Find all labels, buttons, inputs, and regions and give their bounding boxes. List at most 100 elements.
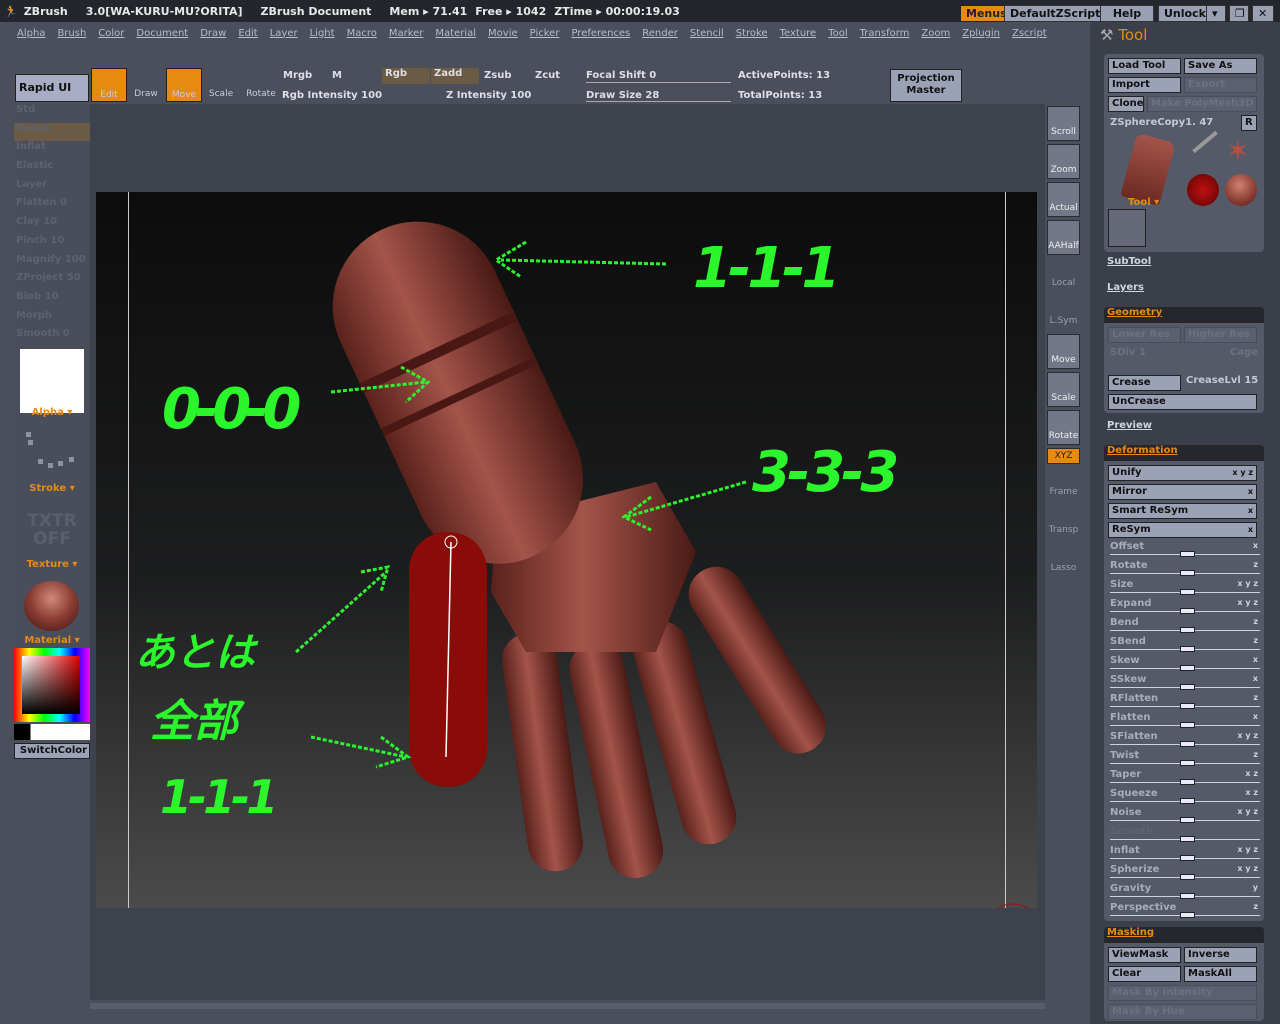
edit-button[interactable]: Edit	[91, 68, 127, 102]
unlock-button[interactable]: Unlock	[1158, 5, 1212, 22]
axis-toggles[interactable]: x y z	[1237, 807, 1258, 816]
rotate-button[interactable]: Rotate	[243, 68, 279, 102]
subtool-section[interactable]: SubTool	[1107, 256, 1151, 267]
rotate-slider[interactable]: Rotate z	[1110, 560, 1260, 579]
resym-button[interactable]: ReSym x	[1108, 522, 1257, 538]
zsub-button[interactable]: Zsub	[484, 70, 511, 81]
scale-button[interactable]: Scale	[1047, 372, 1080, 407]
material-menu[interactable]: Material ▾	[14, 635, 90, 646]
axis-toggles[interactable]: x y z	[1237, 845, 1258, 854]
menu-movie[interactable]: Movie	[488, 28, 518, 39]
save-as-button[interactable]: Save As	[1184, 58, 1257, 74]
slider-knob[interactable]	[1180, 570, 1195, 576]
star-tool-thumbnail[interactable]: ✶	[1226, 134, 1249, 167]
axis-toggles[interactable]: x	[1253, 541, 1258, 550]
noise-slider[interactable]: Noise x y z	[1110, 807, 1260, 826]
texture-menu[interactable]: Texture ▾	[14, 559, 90, 570]
menu-macro[interactable]: Macro	[347, 28, 377, 39]
stroke-dots-icon[interactable]	[24, 429, 79, 469]
texture-off-thumbnail[interactable]: TXTR OFF	[22, 512, 82, 548]
slider-knob[interactable]	[1180, 741, 1195, 747]
menu-marker[interactable]: Marker	[389, 28, 424, 39]
brush-item[interactable]: Pinch 10	[14, 235, 90, 254]
menu-transform[interactable]: Transform	[860, 28, 910, 39]
slider-knob[interactable]	[1180, 665, 1195, 671]
clear-mask-button[interactable]: Clear	[1108, 966, 1181, 982]
export-button[interactable]: Export	[1184, 77, 1257, 93]
slider-knob[interactable]	[1180, 760, 1195, 766]
menu-material[interactable]: Material	[435, 28, 476, 39]
slider-knob[interactable]	[1180, 855, 1195, 861]
perspective-slider[interactable]: Perspective z	[1110, 902, 1260, 921]
focal-shift-slider[interactable]: Focal Shift 0	[586, 70, 656, 81]
inflat-slider[interactable]: Inflat x y z	[1110, 845, 1260, 864]
axis-toggles[interactable]: x y z	[1232, 466, 1253, 480]
brush-item[interactable]: Std	[14, 104, 90, 123]
slider-knob[interactable]	[1180, 608, 1195, 614]
menu-edit[interactable]: Edit	[238, 28, 257, 39]
draw-button[interactable]: Draw	[128, 68, 164, 102]
brush-item[interactable]: Tweak	[14, 122, 90, 142]
sskew-slider[interactable]: SSkew x	[1110, 674, 1260, 693]
expand-slider[interactable]: Expand x y z	[1110, 598, 1260, 617]
preview-section[interactable]: Preview	[1107, 420, 1152, 431]
brush-item[interactable]: Clay 10	[14, 216, 90, 235]
scroll-button[interactable]: Scroll	[1047, 106, 1080, 141]
draw-size-slider[interactable]: Draw Size 28	[586, 90, 659, 101]
brush-item[interactable]: Elastic	[14, 160, 90, 179]
local-button[interactable]: Local	[1047, 258, 1080, 293]
axis-toggles[interactable]: y	[1253, 883, 1258, 892]
higher-res-button[interactable]: Higher Res	[1184, 327, 1257, 343]
tool-name-slider[interactable]: ZSphereCopy1. 47	[1110, 117, 1213, 128]
zcut-button[interactable]: Zcut	[535, 70, 560, 81]
menu-stroke[interactable]: Stroke	[736, 28, 768, 39]
crease-button[interactable]: Crease	[1108, 375, 1181, 391]
default-zscript-button[interactable]: DefaultZScript	[1004, 5, 1107, 22]
rgb-button[interactable]: Rgb	[382, 68, 430, 84]
r-button[interactable]: R	[1241, 115, 1257, 131]
slider-knob[interactable]	[1180, 798, 1195, 804]
menu-alpha[interactable]: Alpha	[17, 28, 45, 39]
slider-knob[interactable]	[1180, 817, 1195, 823]
restore-icon[interactable]: ❐	[1229, 5, 1249, 22]
minimize-icon[interactable]: ▾	[1206, 5, 1226, 22]
aahalf-button[interactable]: AAHalf	[1047, 220, 1080, 255]
rotate-button[interactable]: Rotate	[1047, 410, 1080, 445]
axis-toggles[interactable]: x	[1253, 655, 1258, 664]
slider-knob[interactable]	[1180, 722, 1195, 728]
size-slider[interactable]: Size x y z	[1110, 579, 1260, 598]
axis-toggles[interactable]: x y z	[1237, 731, 1258, 740]
slider-knob[interactable]	[1180, 684, 1195, 690]
axis-toggles[interactable]: x	[1248, 504, 1253, 518]
offset-slider[interactable]: Offset x	[1110, 541, 1260, 560]
axis-toggles[interactable]: x	[1253, 674, 1258, 683]
bend-slider[interactable]: Bend z	[1110, 617, 1260, 636]
alpha-menu[interactable]: Alpha ▾	[14, 407, 90, 418]
axis-toggles[interactable]: z	[1253, 693, 1258, 702]
projection-master-button[interactable]: Projection Master	[890, 69, 962, 102]
layers-section[interactable]: Layers	[1107, 282, 1144, 293]
sbend-slider[interactable]: SBend z	[1110, 636, 1260, 655]
menu-preferences[interactable]: Preferences	[571, 28, 630, 39]
slider-knob[interactable]	[1180, 893, 1195, 899]
cage-button[interactable]: Cage	[1230, 347, 1258, 358]
unify-button[interactable]: Unify x y z	[1108, 465, 1257, 481]
axis-toggles[interactable]: z	[1253, 750, 1258, 759]
axis-toggles[interactable]: x y z	[1237, 864, 1258, 873]
menu-zplugin[interactable]: Zplugin	[962, 28, 1000, 39]
deformation-header[interactable]: Deformation	[1104, 445, 1264, 461]
menu-stencil[interactable]: Stencil	[690, 28, 724, 39]
slider-knob[interactable]	[1180, 627, 1195, 633]
make-polymesh-button[interactable]: Make PolyMesh3D	[1147, 96, 1257, 112]
alpha-thumbnail[interactable]	[20, 349, 84, 413]
lower-res-button[interactable]: Lower Res	[1108, 327, 1181, 343]
brush-item[interactable]: Blob 10	[14, 291, 90, 310]
mirror-button[interactable]: Mirror x	[1108, 484, 1257, 500]
stroke-menu[interactable]: Stroke ▾	[14, 483, 90, 494]
transp-button[interactable]: Transp	[1047, 505, 1080, 540]
actual-button[interactable]: Actual	[1047, 182, 1080, 217]
menu-tool[interactable]: Tool	[828, 28, 847, 39]
brush-item[interactable]: Magnify 100	[14, 254, 90, 273]
z-intensity-slider[interactable]: Z Intensity 100	[446, 90, 531, 101]
brush-item[interactable]: Inflat	[14, 141, 90, 160]
